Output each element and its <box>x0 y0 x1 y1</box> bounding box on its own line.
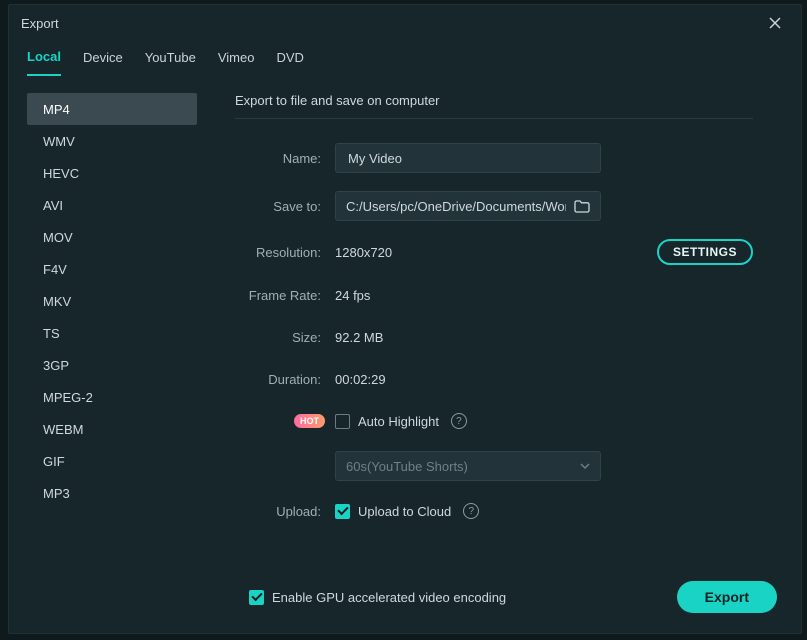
name-input[interactable] <box>335 143 601 173</box>
row-resolution: Resolution: 1280x720 SETTINGS <box>235 239 753 265</box>
titlebar: Export <box>9 5 801 41</box>
row-duration: Duration: 00:02:29 <box>235 367 753 391</box>
value-frame-rate: 24 fps <box>335 288 370 303</box>
save-to-field[interactable]: C:/Users/pc/OneDrive/Documents/Wond <box>335 191 601 221</box>
auto-highlight-checkbox[interactable] <box>335 414 350 429</box>
row-preset: 60s(YouTube Shorts) <box>235 451 753 481</box>
format-hevc[interactable]: HEVC <box>27 157 197 189</box>
gpu-checkbox[interactable] <box>249 590 264 605</box>
chevron-down-icon <box>580 463 590 469</box>
label-resolution: Resolution: <box>235 245 335 260</box>
value-duration: 00:02:29 <box>335 372 386 387</box>
row-size: Size: 92.2 MB <box>235 325 753 349</box>
value-size: 92.2 MB <box>335 330 383 345</box>
tab-vimeo[interactable]: Vimeo <box>218 44 255 75</box>
auto-highlight-label: Auto Highlight <box>358 414 439 429</box>
close-button[interactable] <box>761 9 789 37</box>
close-icon <box>769 17 781 29</box>
label-name: Name: <box>235 151 335 166</box>
row-frame-rate: Frame Rate: 24 fps <box>235 283 753 307</box>
format-mov[interactable]: MOV <box>27 221 197 253</box>
hot-badge: HOT <box>294 414 325 428</box>
preset-selected-label: 60s(YouTube Shorts) <box>346 459 468 474</box>
label-size: Size: <box>235 330 335 345</box>
folder-icon[interactable] <box>574 200 590 213</box>
row-upload: Upload: Upload to Cloud ? <box>235 499 753 523</box>
help-icon[interactable]: ? <box>451 413 467 429</box>
label-frame-rate: Frame Rate: <box>235 288 335 303</box>
gpu-label: Enable GPU accelerated video encoding <box>272 590 506 605</box>
tab-device[interactable]: Device <box>83 44 123 75</box>
settings-button[interactable]: SETTINGS <box>657 239 753 265</box>
row-save-to: Save to: C:/Users/pc/OneDrive/Documents/… <box>235 191 753 221</box>
dialog-footer: Enable GPU accelerated video encoding Ex… <box>9 569 801 633</box>
window-title: Export <box>21 16 761 31</box>
format-mkv[interactable]: MKV <box>27 285 197 317</box>
upload-label: Upload to Cloud <box>358 504 451 519</box>
dialog-body: MP4 WMV HEVC AVI MOV F4V MKV TS 3GP MPEG… <box>9 73 801 569</box>
format-mp3[interactable]: MP3 <box>27 477 197 509</box>
save-to-path: C:/Users/pc/OneDrive/Documents/Wond <box>346 199 566 214</box>
export-settings-panel: Export to file and save on computer Name… <box>205 83 801 569</box>
export-button[interactable]: Export <box>677 581 777 613</box>
tab-dvd[interactable]: DVD <box>276 44 303 75</box>
export-tabs: Local Device YouTube Vimeo DVD <box>9 41 801 73</box>
section-title: Export to file and save on computer <box>235 93 753 119</box>
format-3gp[interactable]: 3GP <box>27 349 197 381</box>
row-name: Name: <box>235 143 753 173</box>
format-gif[interactable]: GIF <box>27 445 197 477</box>
row-auto-highlight: HOT Auto Highlight ? <box>235 409 753 433</box>
tab-local[interactable]: Local <box>27 43 61 76</box>
format-f4v[interactable]: F4V <box>27 253 197 285</box>
format-webm[interactable]: WEBM <box>27 413 197 445</box>
upload-checkbox[interactable] <box>335 504 350 519</box>
gpu-encoding-row: Enable GPU accelerated video encoding <box>249 590 506 605</box>
value-resolution: 1280x720 <box>335 245 392 260</box>
label-duration: Duration: <box>235 372 335 387</box>
format-mp4[interactable]: MP4 <box>27 93 197 125</box>
tab-youtube[interactable]: YouTube <box>145 44 196 75</box>
label-upload: Upload: <box>235 504 335 519</box>
format-avi[interactable]: AVI <box>27 189 197 221</box>
label-save-to: Save to: <box>235 199 335 214</box>
help-icon[interactable]: ? <box>463 503 479 519</box>
format-mpeg2[interactable]: MPEG-2 <box>27 381 197 413</box>
format-wmv[interactable]: WMV <box>27 125 197 157</box>
format-sidebar: MP4 WMV HEVC AVI MOV F4V MKV TS 3GP MPEG… <box>9 83 205 569</box>
export-dialog: Export Local Device YouTube Vimeo DVD MP… <box>8 4 802 634</box>
format-ts[interactable]: TS <box>27 317 197 349</box>
preset-select[interactable]: 60s(YouTube Shorts) <box>335 451 601 481</box>
